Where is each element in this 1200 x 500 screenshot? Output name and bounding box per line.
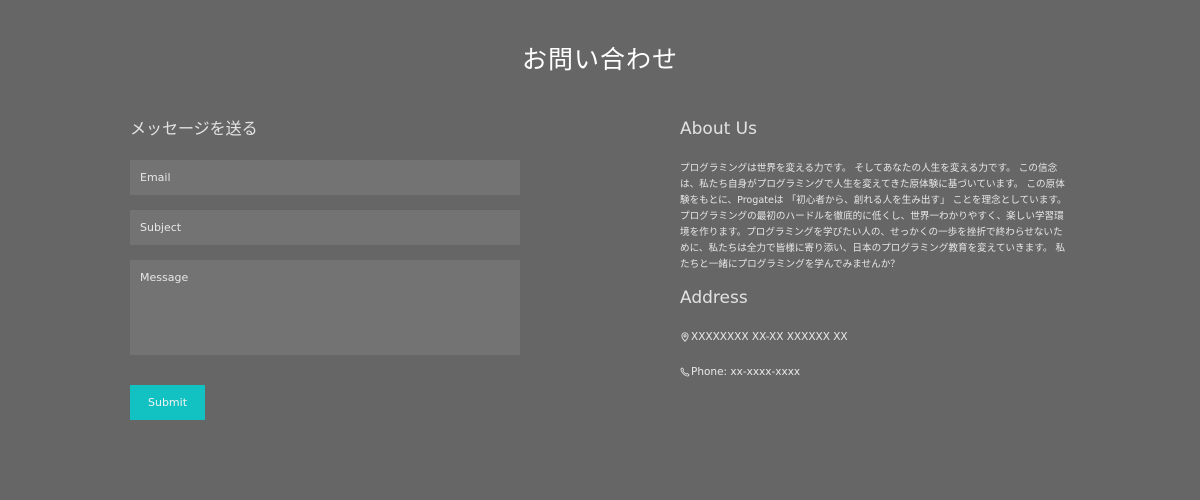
message-field[interactable] [130,260,520,355]
about-section: About Us プログラミングは世界を変える力です。 そしてあなたの人生を変え… [680,118,1072,378]
about-heading: About Us [680,119,757,139]
page-title: お問い合わせ [521,45,678,74]
phone-text: Phone: xx-xxxx-xxxx [691,366,801,378]
about-text: プログラミングは世界を変える力です。 そしてあなたの人生を変える力です。 この信… [680,163,1067,270]
subject-field[interactable] [130,210,520,245]
phone-icon [680,367,690,377]
address-line: XXXXXXXX XX-XX XXXXXX XX [680,330,848,344]
contact-form: メッセージを送る Submit [130,118,520,420]
address-heading: Address [680,288,748,308]
address-text: XXXXXXXX XX-XX XXXXXX XX [691,331,848,343]
phone-line: Phone: xx-xxxx-xxxx [680,365,800,379]
form-heading: メッセージを送る [130,119,258,138]
map-pin-icon [681,332,689,342]
email-field[interactable] [130,160,520,195]
submit-button[interactable]: Submit [130,385,205,420]
